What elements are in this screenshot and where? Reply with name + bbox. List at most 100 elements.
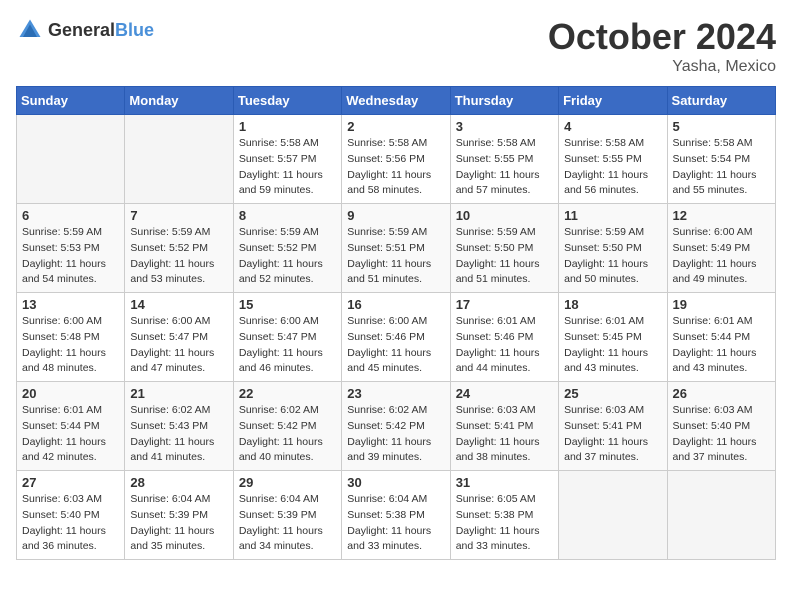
- calendar-cell: 8 Sunrise: 5:59 AMSunset: 5:52 PMDaylight…: [233, 204, 341, 293]
- day-info: Sunrise: 6:00 AMSunset: 5:46 PMDaylight:…: [347, 314, 444, 377]
- calendar-cell: 9Sunrise: 5:59 AMSunset: 5:51 PMDaylight…: [342, 204, 450, 293]
- day-info: Sunrise: 6:03 AMSunset: 5:40 PMDaylight:…: [22, 492, 119, 555]
- calendar-cell: 24 Sunrise: 6:03 AMSunset: 5:41 PMDayligh…: [450, 382, 558, 471]
- day-number: 18: [564, 297, 661, 312]
- location-title: Yasha, Mexico: [548, 58, 776, 76]
- calendar-cell: 11 Sunrise: 5:59 AMSunset: 5:50 PMDayligh…: [559, 204, 667, 293]
- day-number: 1: [239, 119, 336, 134]
- calendar-week-row: 27 Sunrise: 6:03 AMSunset: 5:40 PMDayligh…: [17, 471, 776, 560]
- day-number: 5: [673, 119, 770, 134]
- day-info: Sunrise: 6:03 AMSunset: 5:41 PMDaylight:…: [456, 403, 553, 466]
- calendar-cell: 14 Sunrise: 6:00 AMSunset: 5:47 PMDayligh…: [125, 293, 233, 382]
- calendar-header-sunday: Sunday: [17, 87, 125, 115]
- calendar-cell: 25Sunrise: 6:03 AMSunset: 5:41 PMDayligh…: [559, 382, 667, 471]
- day-info: Sunrise: 6:04 AMSunset: 5:38 PMDaylight:…: [347, 492, 444, 555]
- day-info: Sunrise: 5:59 AMSunset: 5:53 PMDaylight:…: [22, 225, 119, 288]
- calendar-week-row: 13 Sunrise: 6:00 AMSunset: 5:48 PMDayligh…: [17, 293, 776, 382]
- calendar-cell: 3 Sunrise: 5:58 AMSunset: 5:55 PMDaylight…: [450, 115, 558, 204]
- calendar-week-row: 6Sunrise: 5:59 AMSunset: 5:53 PMDaylight…: [17, 204, 776, 293]
- calendar-cell: 6Sunrise: 5:59 AMSunset: 5:53 PMDaylight…: [17, 204, 125, 293]
- day-number: 28: [130, 475, 227, 490]
- logo-general-text: General: [48, 20, 115, 40]
- calendar-cell: 15 Sunrise: 6:00 AMSunset: 5:47 PMDayligh…: [233, 293, 341, 382]
- day-info: Sunrise: 6:00 AMSunset: 5:47 PMDaylight:…: [239, 314, 336, 377]
- calendar-cell: 18 Sunrise: 6:01 AMSunset: 5:45 PMDayligh…: [559, 293, 667, 382]
- title-block: October 2024 Yasha, Mexico: [548, 16, 776, 76]
- day-info: Sunrise: 6:02 AMSunset: 5:43 PMDaylight:…: [130, 403, 227, 466]
- calendar-week-row: 1 Sunrise: 5:58 AMSunset: 5:57 PMDaylight…: [17, 115, 776, 204]
- calendar-week-row: 20Sunrise: 6:01 AMSunset: 5:44 PMDayligh…: [17, 382, 776, 471]
- day-info: Sunrise: 5:58 AMSunset: 5:55 PMDaylight:…: [564, 136, 661, 199]
- day-number: 14: [130, 297, 227, 312]
- calendar-table: SundayMondayTuesdayWednesdayThursdayFrid…: [16, 86, 776, 560]
- calendar-header-wednesday: Wednesday: [342, 87, 450, 115]
- day-number: 2: [347, 119, 444, 134]
- calendar-cell: [17, 115, 125, 204]
- calendar-cell: [125, 115, 233, 204]
- day-number: 21: [130, 386, 227, 401]
- day-number: 17: [456, 297, 553, 312]
- day-info: Sunrise: 6:00 AMSunset: 5:47 PMDaylight:…: [130, 314, 227, 377]
- day-info: Sunrise: 6:02 AMSunset: 5:42 PMDaylight:…: [239, 403, 336, 466]
- calendar-cell: 21 Sunrise: 6:02 AMSunset: 5:43 PMDayligh…: [125, 382, 233, 471]
- day-number: 27: [22, 475, 119, 490]
- day-info: Sunrise: 5:58 AMSunset: 5:57 PMDaylight:…: [239, 136, 336, 199]
- day-number: 22: [239, 386, 336, 401]
- day-number: 30: [347, 475, 444, 490]
- logo-blue-text: Blue: [115, 20, 154, 40]
- day-number: 31: [456, 475, 553, 490]
- day-info: Sunrise: 5:59 AMSunset: 5:52 PMDaylight:…: [130, 225, 227, 288]
- calendar-cell: 19Sunrise: 6:01 AMSunset: 5:44 PMDayligh…: [667, 293, 775, 382]
- calendar-cell: [559, 471, 667, 560]
- month-title: October 2024: [548, 16, 776, 58]
- calendar-cell: 27 Sunrise: 6:03 AMSunset: 5:40 PMDayligh…: [17, 471, 125, 560]
- day-number: 16: [347, 297, 444, 312]
- day-info: Sunrise: 6:03 AMSunset: 5:40 PMDaylight:…: [673, 403, 770, 466]
- day-info: Sunrise: 6:04 AMSunset: 5:39 PMDaylight:…: [130, 492, 227, 555]
- calendar-header-friday: Friday: [559, 87, 667, 115]
- day-info: Sunrise: 6:00 AMSunset: 5:48 PMDaylight:…: [22, 314, 119, 377]
- day-number: 4: [564, 119, 661, 134]
- day-info: Sunrise: 5:59 AMSunset: 5:52 PMDaylight:…: [239, 225, 336, 288]
- day-number: 24: [456, 386, 553, 401]
- day-number: 29: [239, 475, 336, 490]
- day-info: Sunrise: 5:58 AMSunset: 5:55 PMDaylight:…: [456, 136, 553, 199]
- day-number: 20: [22, 386, 119, 401]
- day-number: 13: [22, 297, 119, 312]
- calendar-cell: 16 Sunrise: 6:00 AMSunset: 5:46 PMDayligh…: [342, 293, 450, 382]
- calendar-cell: 20Sunrise: 6:01 AMSunset: 5:44 PMDayligh…: [17, 382, 125, 471]
- calendar-cell: [667, 471, 775, 560]
- calendar-cell: 30 Sunrise: 6:04 AMSunset: 5:38 PMDayligh…: [342, 471, 450, 560]
- day-info: Sunrise: 6:01 AMSunset: 5:46 PMDaylight:…: [456, 314, 553, 377]
- calendar-cell: 5 Sunrise: 5:58 AMSunset: 5:54 PMDaylight…: [667, 115, 775, 204]
- day-info: Sunrise: 6:05 AMSunset: 5:38 PMDaylight:…: [456, 492, 553, 555]
- calendar-header-saturday: Saturday: [667, 87, 775, 115]
- calendar-cell: 7 Sunrise: 5:59 AMSunset: 5:52 PMDaylight…: [125, 204, 233, 293]
- calendar-cell: 1 Sunrise: 5:58 AMSunset: 5:57 PMDaylight…: [233, 115, 341, 204]
- day-number: 9: [347, 208, 444, 223]
- calendar-header-row: SundayMondayTuesdayWednesdayThursdayFrid…: [17, 87, 776, 115]
- day-number: 15: [239, 297, 336, 312]
- day-info: Sunrise: 5:58 AMSunset: 5:54 PMDaylight:…: [673, 136, 770, 199]
- calendar-cell: 22 Sunrise: 6:02 AMSunset: 5:42 PMDayligh…: [233, 382, 341, 471]
- day-info: Sunrise: 6:04 AMSunset: 5:39 PMDaylight:…: [239, 492, 336, 555]
- day-number: 3: [456, 119, 553, 134]
- day-number: 7: [130, 208, 227, 223]
- day-number: 11: [564, 208, 661, 223]
- day-number: 10: [456, 208, 553, 223]
- day-info: Sunrise: 5:59 AMSunset: 5:50 PMDaylight:…: [564, 225, 661, 288]
- logo-icon: [16, 16, 44, 44]
- day-info: Sunrise: 6:03 AMSunset: 5:41 PMDaylight:…: [564, 403, 661, 466]
- calendar-header-tuesday: Tuesday: [233, 87, 341, 115]
- page-header: GeneralBlue October 2024 Yasha, Mexico: [16, 16, 776, 76]
- day-info: Sunrise: 6:02 AMSunset: 5:42 PMDaylight:…: [347, 403, 444, 466]
- day-number: 8: [239, 208, 336, 223]
- calendar-cell: 31 Sunrise: 6:05 AMSunset: 5:38 PMDayligh…: [450, 471, 558, 560]
- logo: GeneralBlue: [16, 16, 154, 44]
- calendar-cell: 26Sunrise: 6:03 AMSunset: 5:40 PMDayligh…: [667, 382, 775, 471]
- day-info: Sunrise: 6:01 AMSunset: 5:45 PMDaylight:…: [564, 314, 661, 377]
- day-info: Sunrise: 5:59 AMSunset: 5:50 PMDaylight:…: [456, 225, 553, 288]
- day-info: Sunrise: 6:00 AMSunset: 5:49 PMDaylight:…: [673, 225, 770, 288]
- calendar-header-monday: Monday: [125, 87, 233, 115]
- day-number: 23: [347, 386, 444, 401]
